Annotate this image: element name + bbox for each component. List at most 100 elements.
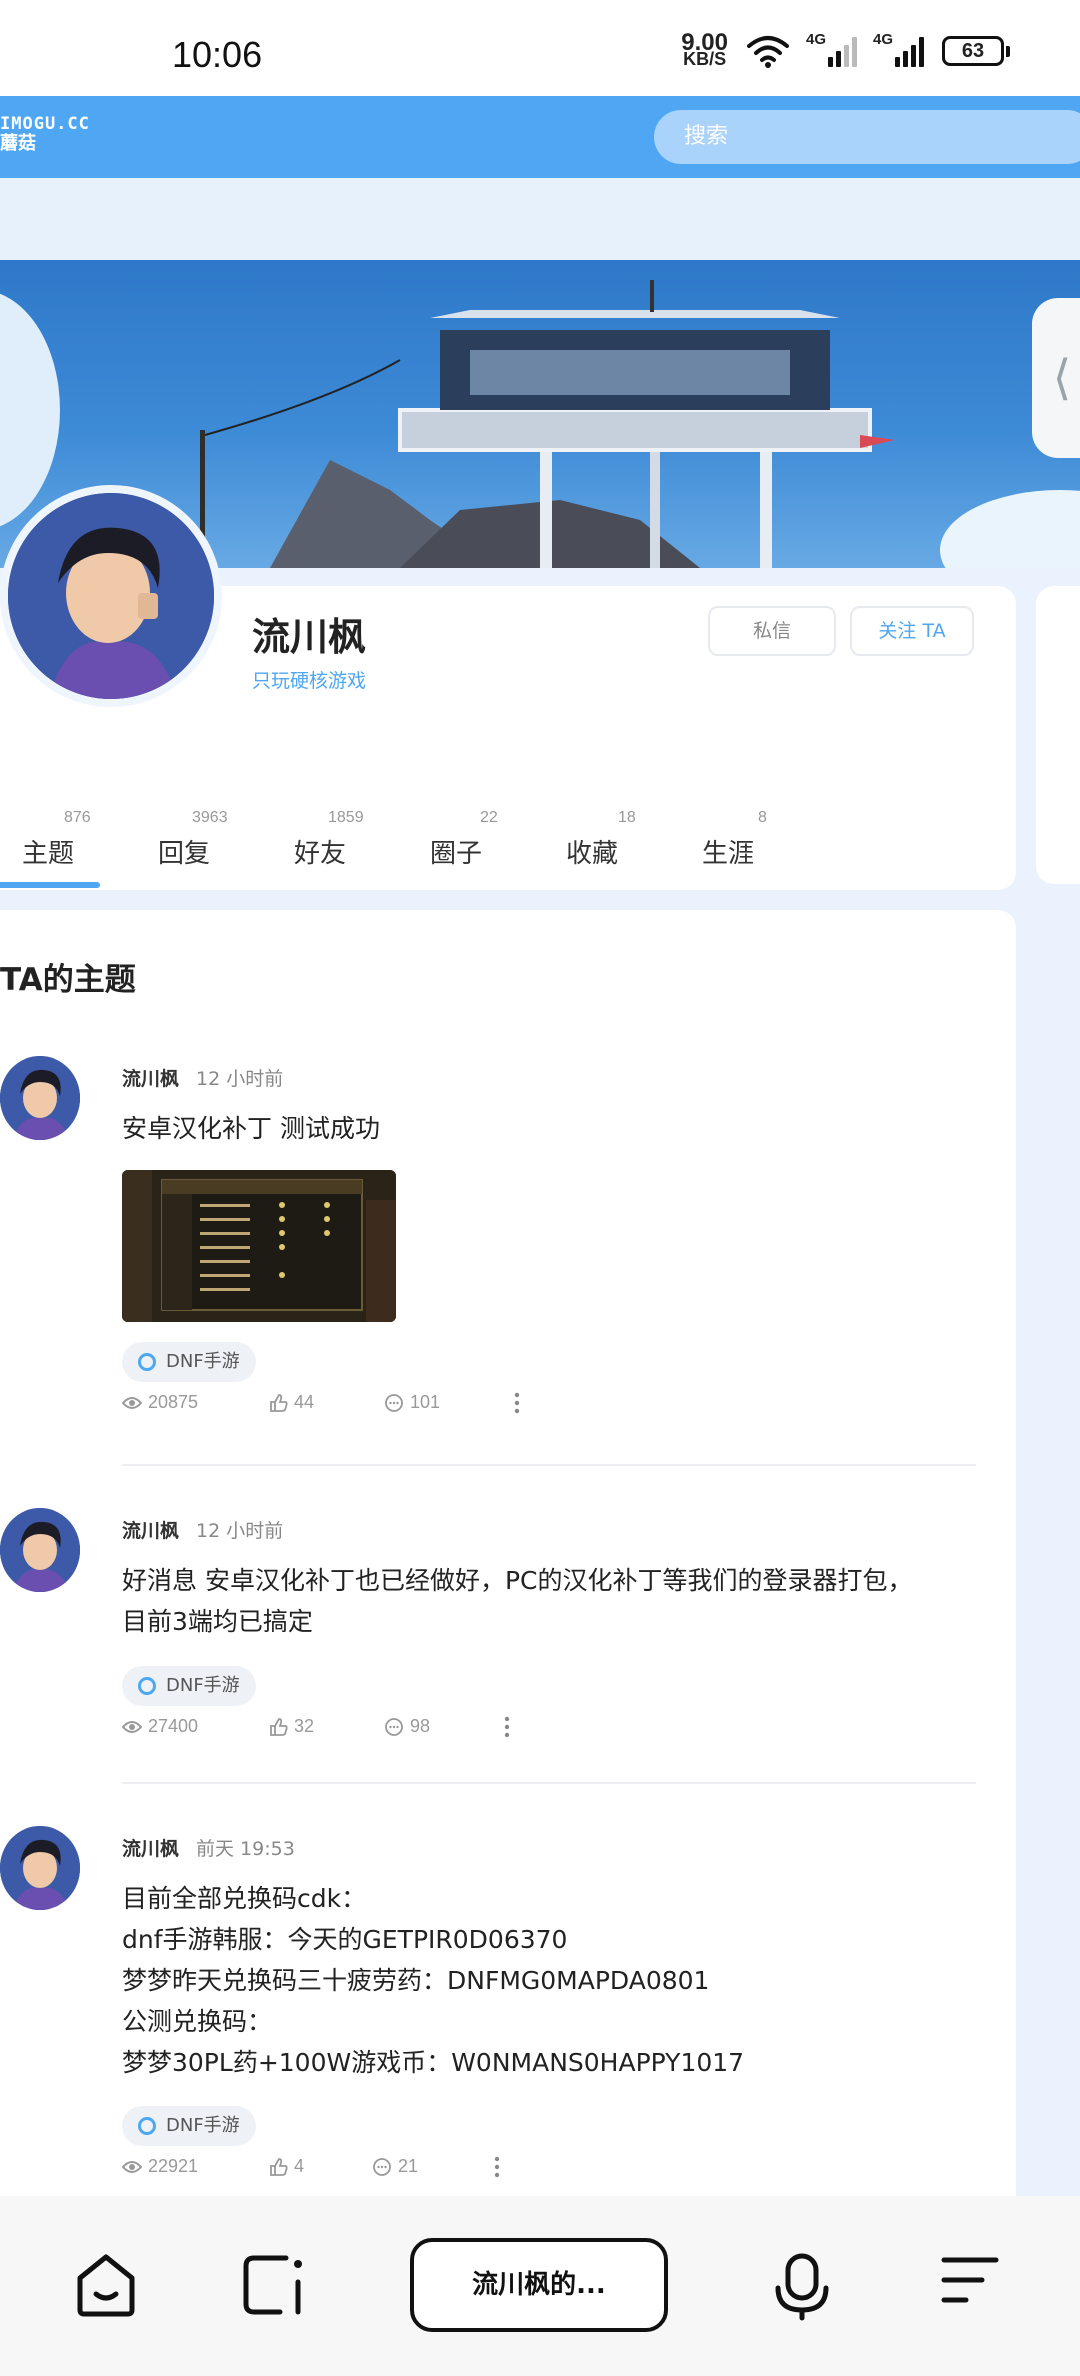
comment-button[interactable]: 21 <box>372 2156 418 2177</box>
list-item[interactable]: 流川枫 12 小时前 安卓汉化补丁 测试成功 DNF手游 20875 44 10… <box>0 1056 1016 1414</box>
post-divider <box>122 1464 976 1466</box>
profile-name: 流川枫 <box>252 615 367 659</box>
like-button[interactable]: 4 <box>270 2156 304 2177</box>
thumbs-up-icon <box>270 2157 288 2176</box>
follow-button[interactable]: 关注 TA <box>850 606 974 656</box>
tabs-button[interactable] <box>240 2252 304 2322</box>
sub-header-strip <box>0 178 1080 260</box>
view-count-value: 22921 <box>148 2156 199 2176</box>
circle-tag-icon <box>138 1353 156 1371</box>
avatar[interactable] <box>0 1508 80 1592</box>
comment-count: 21 <box>398 2156 419 2176</box>
status-bar: 10:06 9.00 KB/S 4G 4G 63 <box>0 0 1080 96</box>
wifi-icon <box>747 36 789 68</box>
signal-label: 4G <box>873 31 894 48</box>
more-options-icon[interactable] <box>494 2156 500 2178</box>
tab-label: 生涯 <box>702 839 755 869</box>
signal-label: 4G <box>806 31 827 48</box>
circle-tag[interactable]: DNF手游 <box>122 1342 256 1382</box>
home-icon <box>77 2254 135 2317</box>
view-count: 27400 <box>122 1716 198 1737</box>
thumbs-up-icon <box>270 1393 288 1412</box>
like-count: 4 <box>294 2156 305 2176</box>
battery-icon: 63 <box>942 36 1010 66</box>
post-time: 前天 19:53 <box>196 1838 295 1860</box>
tab-label: 主题 <box>22 839 75 869</box>
status-time: 10:06 <box>172 34 263 75</box>
voice-search-button[interactable] <box>774 2252 830 2326</box>
comment-button[interactable]: 98 <box>384 1716 430 1737</box>
site-logo[interactable]: IMOGU.CC 蘑菇 <box>0 114 90 154</box>
site-header: IMOGU.CC 蘑菇 搜索 <box>0 96 1080 178</box>
like-count: 32 <box>294 1716 315 1736</box>
post-author[interactable]: 流川枫 <box>122 1834 179 1861</box>
post-text-line[interactable]: 目前全部兑换码cdk： <box>122 1878 982 1919</box>
tab-count: 1859 <box>328 809 364 826</box>
search-input[interactable]: 搜索 <box>654 110 1080 164</box>
list-item[interactable]: 流川枫 前天 19:53 目前全部兑换码cdk： dnf手游韩服：今天的GETP… <box>0 1826 1016 2196</box>
post-text-line[interactable]: 公测兑换码： <box>122 2001 982 2042</box>
signal-icon: 4G <box>873 31 924 67</box>
tab-career[interactable]: 8 生涯 <box>702 805 782 890</box>
browser-bottom-nav: 流川枫的... <box>0 2196 1080 2376</box>
home-button[interactable] <box>74 2252 138 2322</box>
post-thumbnail[interactable] <box>122 1170 396 1322</box>
menu-button[interactable] <box>940 2252 1000 2316</box>
message-button[interactable]: 私信 <box>708 606 836 656</box>
circle-tag[interactable]: DNF手游 <box>122 2106 256 2146</box>
side-drawer-handle[interactable]: ⟨ <box>1032 298 1080 458</box>
tab-label: 收藏 <box>566 839 619 869</box>
list-item[interactable]: 流川枫 12 小时前 好消息 安卓汉化补丁也已经做好，PC的汉化补丁等我们的登录… <box>0 1508 1016 1738</box>
comment-icon <box>385 1717 403 1736</box>
tab-favorites[interactable]: 18 收藏 <box>566 805 656 890</box>
chevron-left-icon: ⟨ <box>1052 350 1072 406</box>
post-text-line[interactable]: 目前3端均已搞定 <box>122 1601 982 1642</box>
circle-tag[interactable]: DNF手游 <box>122 1666 256 1706</box>
post-text-line[interactable]: 好消息 安卓汉化补丁也已经做好，PC的汉化补丁等我们的登录器打包， <box>122 1560 982 1601</box>
post-text-line[interactable]: 梦梦30PL药+100W游戏币：W0NMANS0HAPPY1017 <box>122 2042 982 2083</box>
tab-friends[interactable]: 1859 好友 <box>294 805 384 890</box>
post-stats: 20875 44 101 <box>122 1392 542 1422</box>
post-author[interactable]: 流川枫 <box>122 1516 179 1543</box>
logo-text-cn: 蘑菇 <box>0 133 36 154</box>
tab-label: 圈子 <box>430 839 483 869</box>
thumbs-up-icon <box>270 1717 288 1736</box>
post-text-line[interactable]: dnf手游韩服：今天的GETPIR0D06370 <box>122 1919 982 1960</box>
post-title[interactable]: 安卓汉化补丁 测试成功 <box>122 1108 982 1149</box>
comment-count: 101 <box>410 1392 441 1412</box>
more-options-icon[interactable] <box>514 1392 520 1414</box>
side-card <box>1036 586 1080 884</box>
tab-label: 好友 <box>294 839 347 869</box>
tag-label: DNF手游 <box>166 1675 240 1696</box>
comment-button[interactable]: 101 <box>384 1392 440 1413</box>
post-time: 12 小时前 <box>196 1520 284 1542</box>
avatar[interactable] <box>0 1826 80 1910</box>
signal-icon: 4G <box>806 31 857 67</box>
avatar[interactable] <box>0 485 222 707</box>
network-speed-unit: KB/S <box>683 49 727 69</box>
comment-count: 98 <box>410 1716 431 1736</box>
topics-panel: TA的主题 流川枫 12 小时前 安卓汉化补丁 测试成功 DNF手游 20875… <box>0 910 1016 2196</box>
network-speed: 9.00 KB/S <box>681 31 728 69</box>
post-text-line[interactable]: 梦梦昨天兑换码三十疲劳药：DNFMG0MAPDA0801 <box>122 1960 982 2001</box>
tab-replies[interactable]: 3963 回复 <box>158 805 248 890</box>
tab-count: 22 <box>480 809 498 826</box>
profile-tabs: 876 主题 3963 回复 1859 好友 22 圈子 18 收藏 8 生涯 <box>0 805 780 890</box>
tabs-icon <box>243 2255 302 2315</box>
like-button[interactable]: 44 <box>270 1392 314 1413</box>
current-tab-title[interactable]: 流川枫的... <box>410 2238 668 2332</box>
tab-topics[interactable]: 876 主题 <box>22 805 102 890</box>
tab-circles[interactable]: 22 圈子 <box>430 805 520 890</box>
menu-icon <box>941 2257 999 2303</box>
post-stats: 27400 32 98 <box>122 1716 542 1746</box>
eye-icon <box>122 1396 142 1409</box>
view-count-value: 27400 <box>148 1716 199 1736</box>
more-options-icon[interactable] <box>504 1716 510 1738</box>
post-time: 12 小时前 <box>196 1068 284 1090</box>
like-button[interactable]: 32 <box>270 1716 314 1737</box>
active-tab-indicator <box>0 882 100 888</box>
avatar[interactable] <box>0 1056 80 1140</box>
tag-label: DNF手游 <box>166 1351 240 1372</box>
post-author[interactable]: 流川枫 <box>122 1064 179 1091</box>
post-stats: 22921 4 21 <box>122 2156 542 2186</box>
